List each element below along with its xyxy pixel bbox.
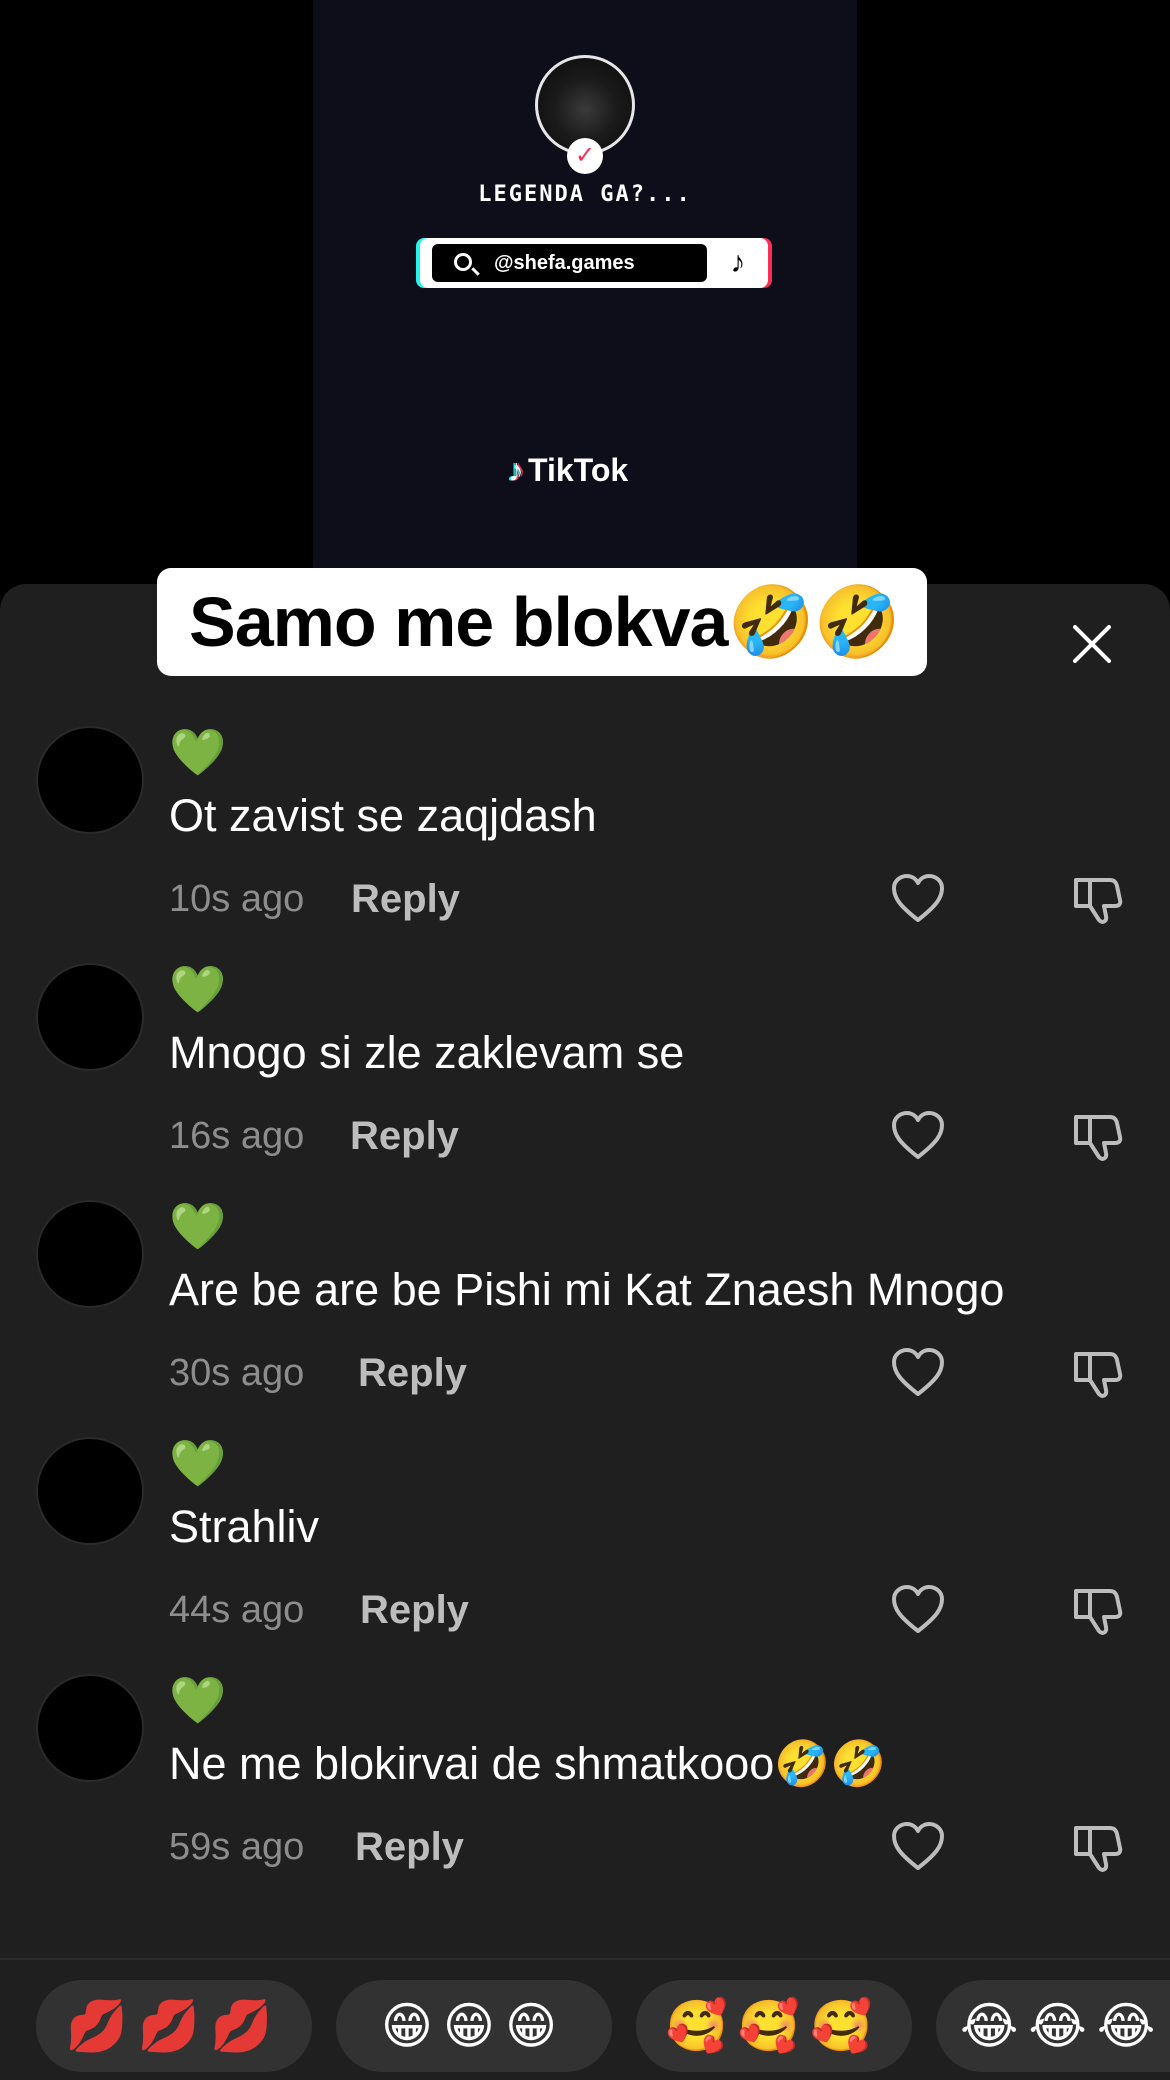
reply-button[interactable]: Reply xyxy=(350,1113,459,1159)
green-heart-icon: 💚 xyxy=(169,1200,227,1252)
comment-item: 💚 Mnogo si zle zaklevam se 16s ago Reply xyxy=(0,963,1170,1200)
comment-time: 30s ago xyxy=(169,1352,305,1394)
reply-button[interactable]: Reply xyxy=(360,1587,469,1633)
tiktok-brand-text: TikTok xyxy=(528,452,629,488)
reply-caption: Samo me blokva🤣🤣 xyxy=(157,568,927,676)
thumbs-down-icon[interactable] xyxy=(1070,1109,1124,1163)
comment-item: 💚 Strahliv 44s ago Reply xyxy=(0,1437,1170,1674)
green-heart-icon: 💚 xyxy=(169,1674,227,1726)
comment-item: 💚 Ne me blokirvai de shmatkooo🤣🤣 59s ago… xyxy=(0,1674,1170,1911)
heart-outline-icon[interactable] xyxy=(890,1109,946,1161)
tiktok-logo-icon: ♪ xyxy=(730,246,746,279)
close-icon[interactable] xyxy=(1066,618,1118,670)
tiktok-watermark: ♪ TikTok xyxy=(508,448,628,492)
avatar[interactable] xyxy=(36,963,144,1071)
search-handle: @shefa.games xyxy=(494,252,635,274)
reply-button[interactable]: Reply xyxy=(351,876,460,922)
search-icon xyxy=(454,253,472,271)
comment-time: 10s ago xyxy=(169,878,305,920)
profile-name: LEGENDA GA?... xyxy=(478,182,692,207)
comment-time: 44s ago xyxy=(169,1589,305,1631)
thumbs-down-icon[interactable] xyxy=(1070,1346,1124,1400)
search-banner: @shefa.games ♪ xyxy=(420,238,768,288)
comment-text: Are be are be Pishi mi Kat Znaesh Mnogo xyxy=(169,1264,1005,1315)
search-banner-field: @shefa.games xyxy=(432,244,707,282)
avatar[interactable] xyxy=(36,1674,144,1782)
heart-outline-icon[interactable] xyxy=(890,1346,946,1398)
avatar[interactable] xyxy=(36,1437,144,1545)
tiktok-note-icon: ♪ xyxy=(508,452,524,488)
heart-outline-icon[interactable] xyxy=(890,1583,946,1635)
comment-text: Strahliv xyxy=(169,1501,320,1552)
heart-outline-icon[interactable] xyxy=(890,1820,946,1872)
reply-button[interactable]: Reply xyxy=(355,1824,464,1870)
avatar[interactable] xyxy=(36,726,144,834)
reply-button[interactable]: Reply xyxy=(358,1350,467,1396)
verified-badge-icon: ✓ xyxy=(567,138,603,174)
quick-reaction-kiss[interactable]: 💋💋💋 xyxy=(36,1980,312,2072)
divider xyxy=(0,1958,1170,1960)
avatar[interactable] xyxy=(36,1200,144,1308)
comment-text: Mnogo si zle zaklevam se xyxy=(169,1027,685,1078)
comment-item: 💚 Are be are be Pishi mi Kat Znaesh Mnog… xyxy=(0,1200,1170,1437)
comment-text: Ne me blokirvai de shmatkooo🤣🤣 xyxy=(169,1738,887,1789)
comment-time: 59s ago xyxy=(169,1826,305,1868)
heart-outline-icon[interactable] xyxy=(890,872,946,924)
quick-reaction-laugh[interactable]: 😂😂😂 xyxy=(936,1980,1170,2072)
comment-text: Ot zavist se zaqjdash xyxy=(169,790,597,841)
green-heart-icon: 💚 xyxy=(169,963,227,1015)
comment-time: 16s ago xyxy=(169,1115,305,1157)
quick-reaction-grin[interactable]: 😁😁😁 xyxy=(336,1980,612,2072)
green-heart-icon: 💚 xyxy=(169,726,227,778)
thumbs-down-icon[interactable] xyxy=(1070,1820,1124,1874)
thumbs-down-icon[interactable] xyxy=(1070,1583,1124,1637)
green-heart-icon: 💚 xyxy=(169,1437,227,1489)
thumbs-down-icon[interactable] xyxy=(1070,872,1124,926)
comment-item: 💚 Ot zavist se zaqjdash 10s ago Reply xyxy=(0,726,1170,963)
quick-reaction-love[interactable]: 🥰🥰🥰 xyxy=(636,1980,912,2072)
